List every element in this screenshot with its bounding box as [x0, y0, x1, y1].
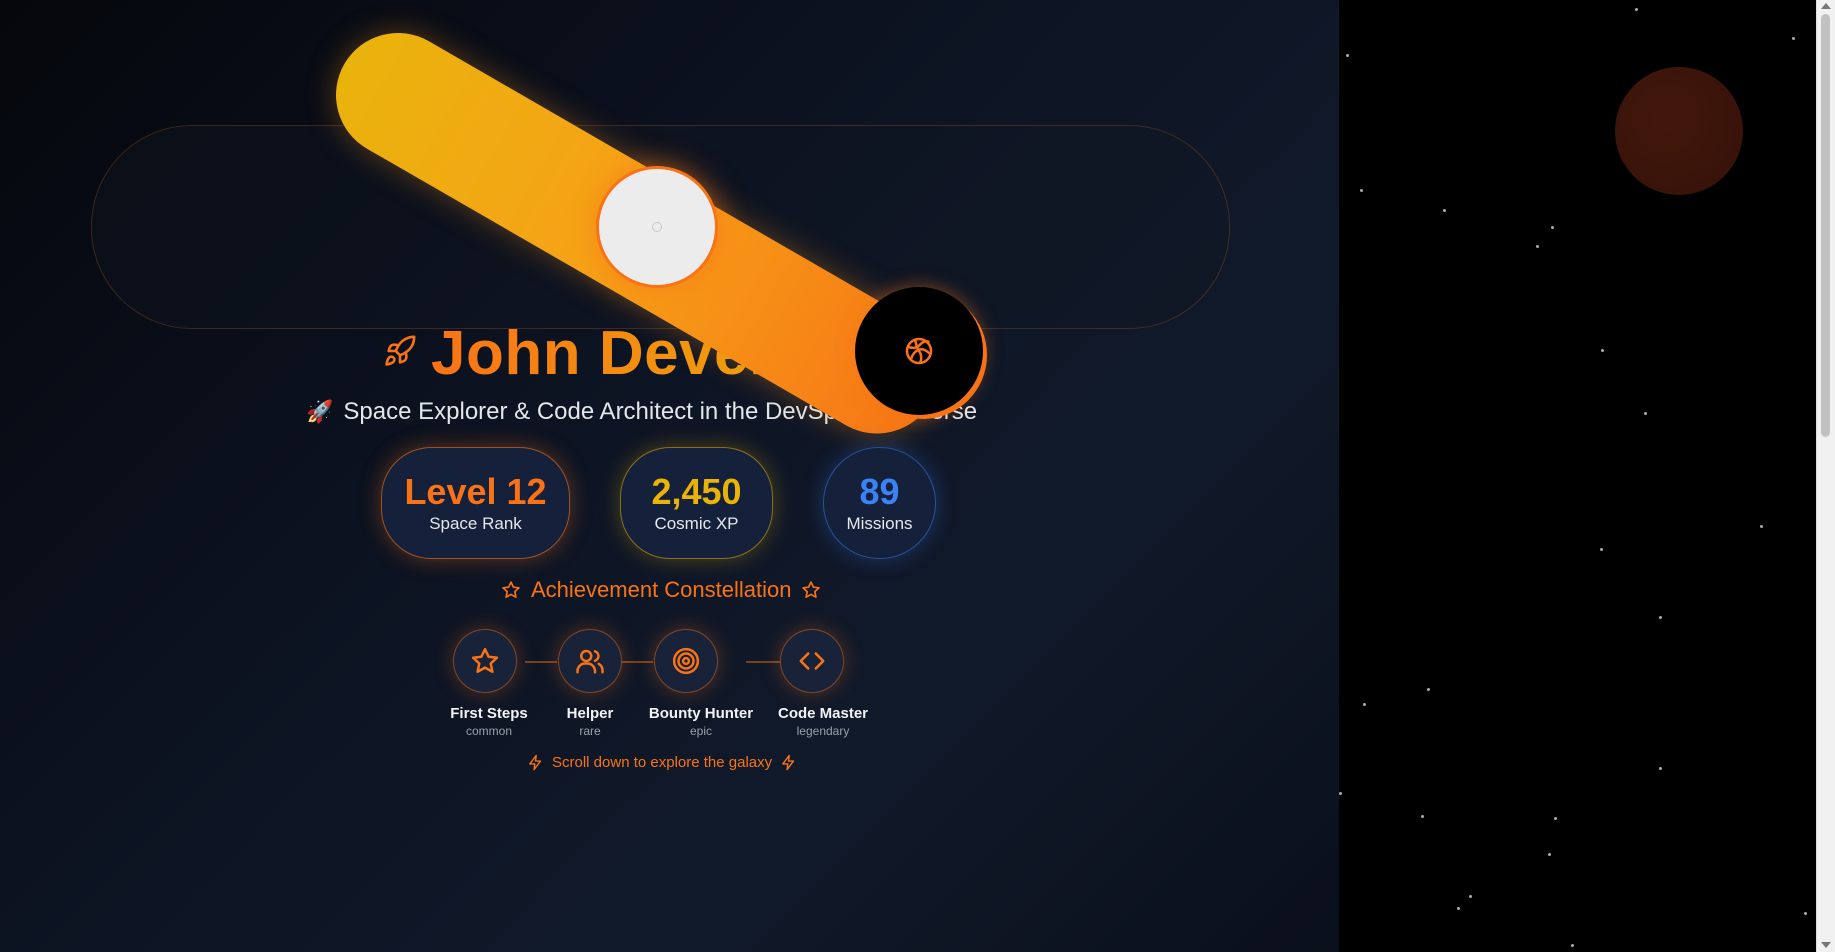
users-icon	[576, 649, 604, 674]
badge-code-master[interactable]	[780, 629, 844, 693]
star	[1548, 853, 1551, 856]
scroll-thumb[interactable]	[1821, 14, 1830, 437]
globe-button[interactable]	[855, 287, 983, 415]
badge-rarity: epic	[689, 724, 712, 738]
scroll-hint: Scroll down to explore the galaxy	[527, 754, 797, 771]
lightning-icon	[782, 754, 795, 771]
star	[1469, 895, 1472, 898]
star	[1659, 616, 1662, 619]
stat-value: 2,450	[651, 471, 742, 512]
star	[1635, 8, 1638, 11]
badge-label: Bounty Hunter epic	[636, 705, 766, 738]
badge-name: Code Master	[777, 705, 869, 722]
star	[1363, 703, 1366, 706]
scroll-up-icon[interactable]	[1821, 3, 1831, 9]
stat-missions: 89 Missions	[823, 447, 936, 559]
star	[1600, 548, 1603, 551]
rocket-emoji-icon: 🚀	[306, 399, 334, 424]
slider-handle[interactable]	[596, 166, 718, 288]
badge-label: Code Master legendary	[758, 705, 888, 738]
stat-level: Level 12 Space Rank	[381, 447, 570, 559]
star	[1443, 209, 1446, 212]
handle-dot	[652, 222, 662, 232]
target-icon	[672, 647, 700, 675]
star	[1554, 817, 1557, 820]
star	[1760, 525, 1763, 528]
badge-first-steps[interactable]	[453, 629, 517, 693]
scrollbar[interactable]	[1816, 0, 1835, 952]
star-icon	[471, 647, 499, 673]
star	[1804, 912, 1807, 915]
star	[1644, 412, 1647, 415]
globe-icon	[905, 337, 933, 365]
hero-panel: John Developer 🚀 Space Explorer & Code A…	[0, 0, 1339, 952]
star	[1551, 226, 1554, 229]
achievements-title: Achievement Constellation	[531, 577, 792, 602]
star	[1601, 349, 1604, 352]
badge-helper[interactable]	[558, 629, 622, 693]
code-icon	[799, 652, 825, 670]
star	[1346, 54, 1349, 57]
star	[1360, 189, 1363, 192]
stat-label: Missions	[846, 514, 913, 533]
starfield-panel	[1339, 0, 1817, 952]
badge-connector	[525, 661, 557, 663]
star	[1571, 944, 1574, 947]
star-icon	[502, 581, 520, 598]
stat-label: Space Rank	[429, 514, 522, 533]
planet	[1615, 67, 1743, 195]
badge-bounty-hunter[interactable]	[654, 629, 718, 693]
lightning-icon	[529, 754, 542, 771]
stat-value: Level 12	[404, 471, 547, 512]
badge-rarity: legendary	[796, 724, 850, 738]
scroll-down-icon[interactable]	[1821, 942, 1831, 948]
scroll-hint-text: Scroll down to explore the galaxy	[552, 754, 773, 771]
rocket-icon	[383, 334, 417, 373]
star	[1421, 815, 1424, 818]
stat-label: Cosmic XP	[654, 514, 739, 533]
star	[1339, 792, 1342, 795]
stat-xp: 2,450 Cosmic XP	[620, 447, 773, 559]
badge-connector	[746, 661, 780, 663]
star	[1427, 688, 1430, 691]
achievements-heading: Achievement Constellation	[501, 577, 821, 603]
badge-name: Bounty Hunter	[648, 705, 754, 722]
star	[1457, 907, 1460, 910]
badge-connector	[620, 661, 653, 663]
star	[1536, 245, 1539, 248]
star-icon	[802, 581, 821, 598]
star	[1792, 37, 1795, 40]
stat-value: 89	[859, 471, 900, 512]
star	[1659, 767, 1662, 770]
